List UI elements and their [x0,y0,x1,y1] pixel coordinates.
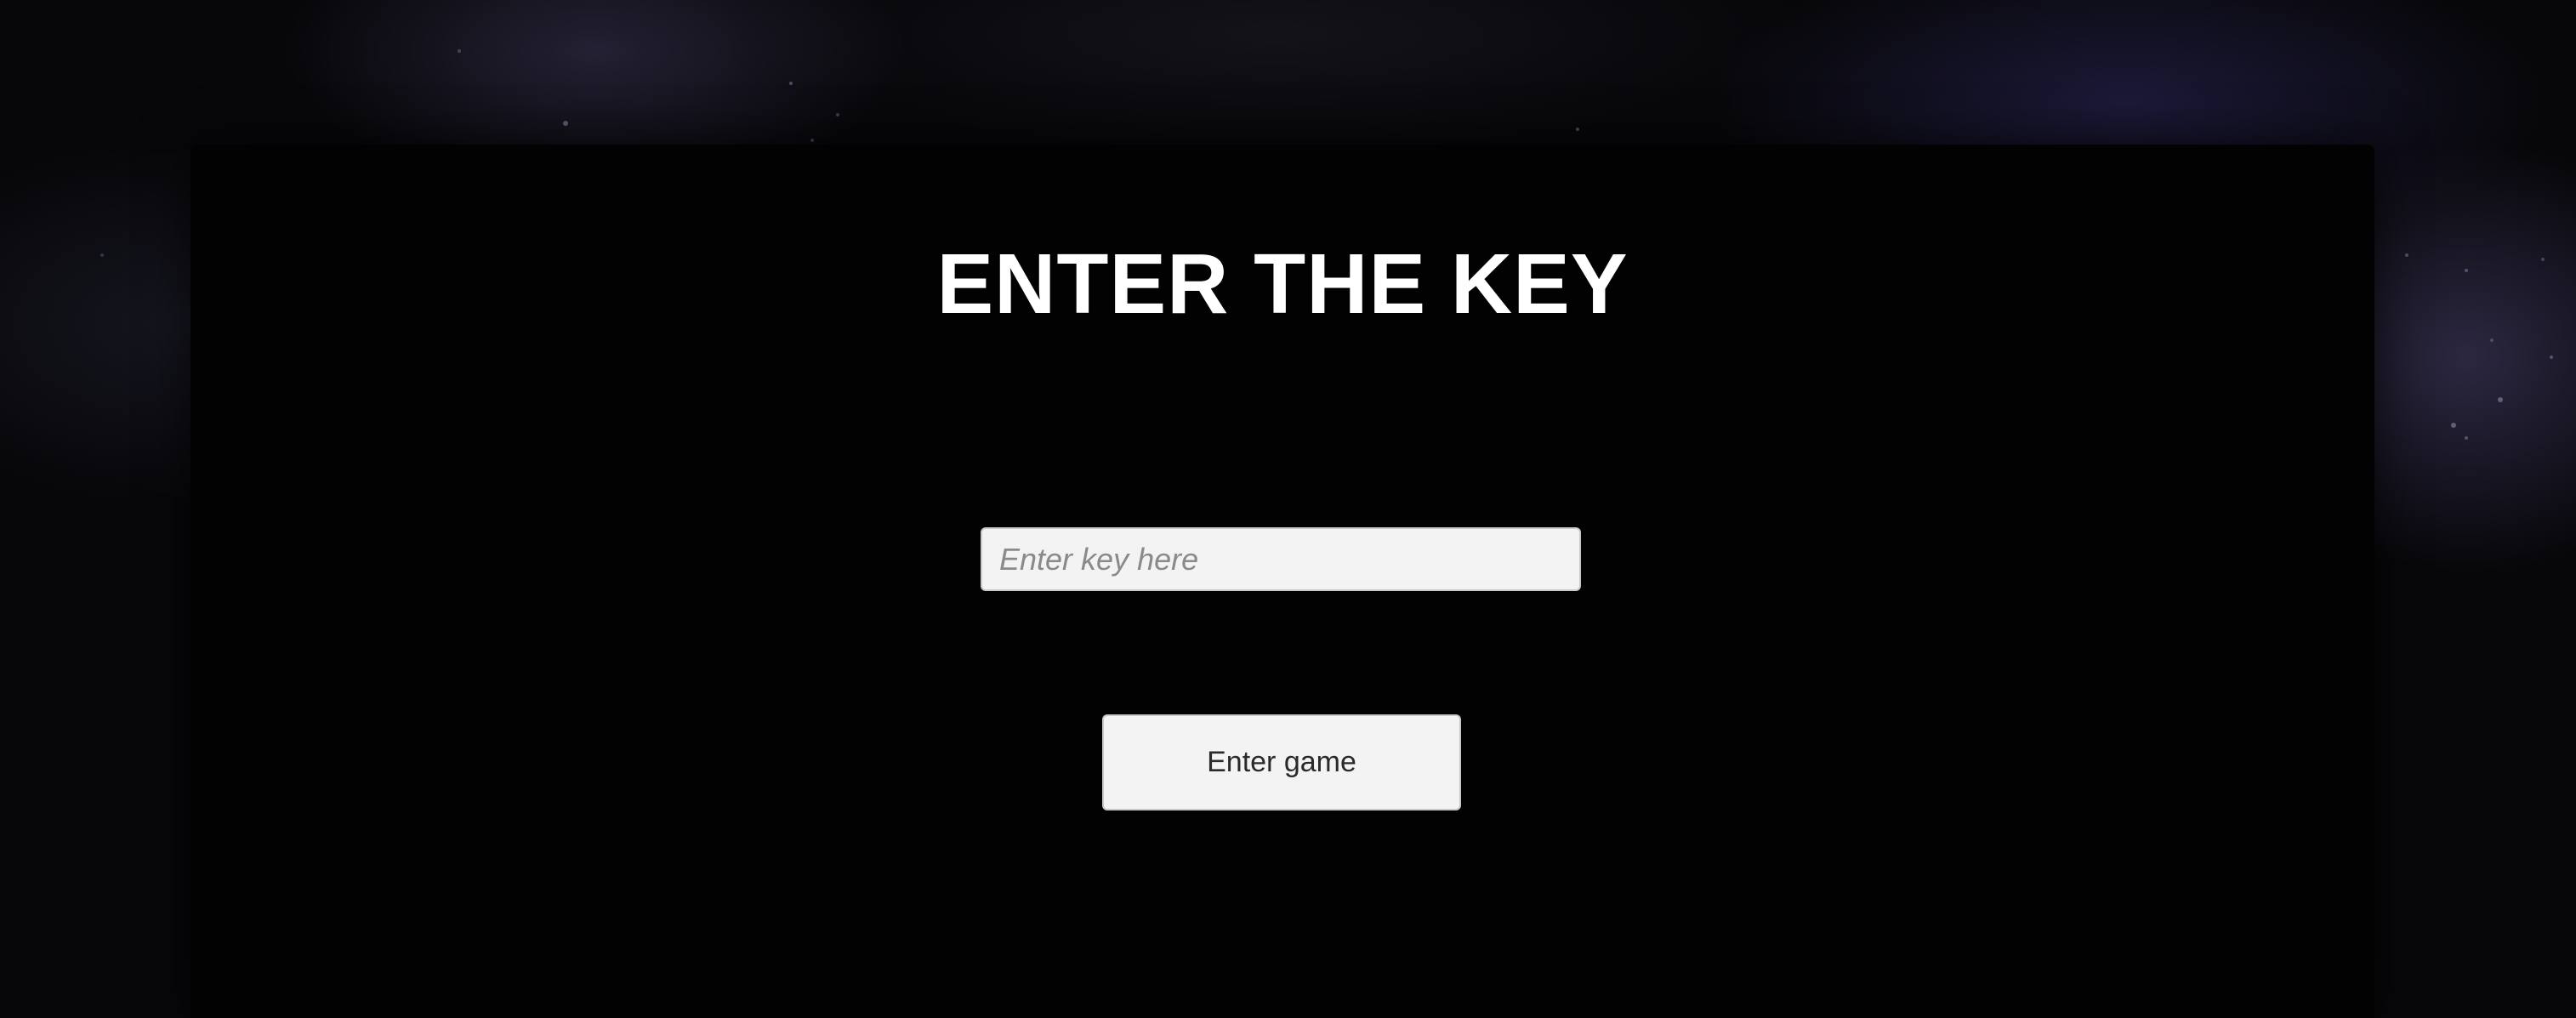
page-title: ENTER THE KEY [936,236,1629,332]
key-entry-panel: ENTER THE KEY Enter game [190,145,2374,1018]
enter-game-button[interactable]: Enter game [1102,714,1461,810]
game-scene: ENTER THE KEY Enter game [0,0,2576,1018]
key-input[interactable] [981,527,1581,591]
